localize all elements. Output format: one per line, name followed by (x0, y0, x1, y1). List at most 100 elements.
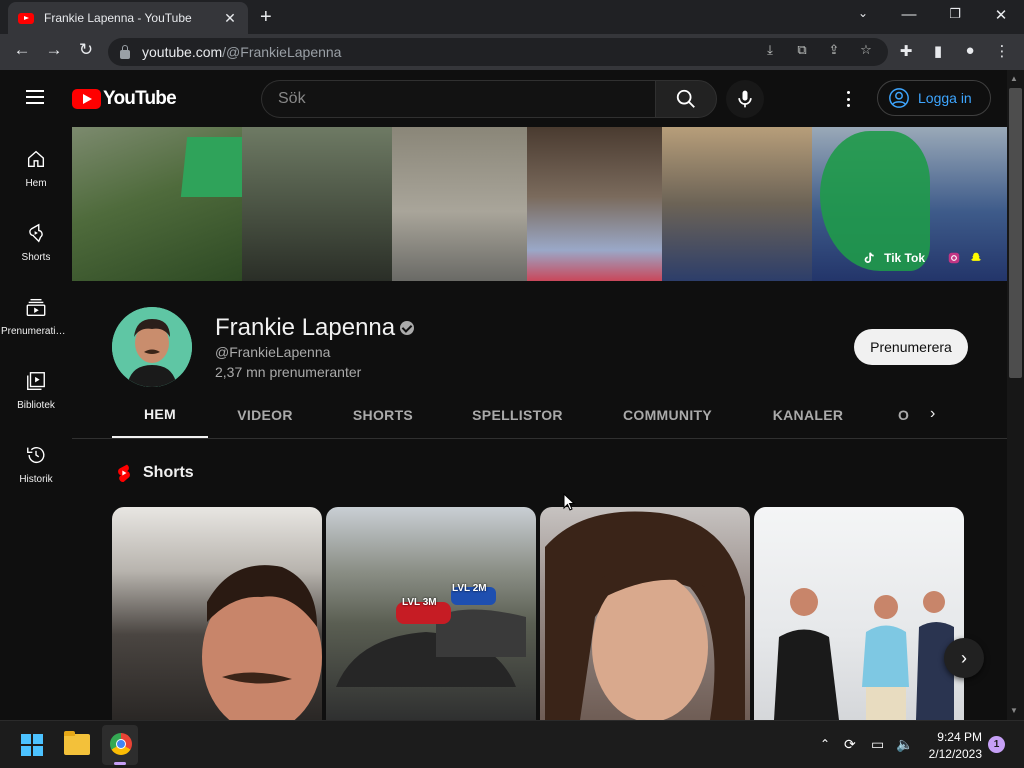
mouse-cursor-icon (563, 493, 575, 511)
share-icon[interactable]: ⇪ (824, 42, 844, 58)
verified-badge-icon (400, 321, 414, 335)
search-button[interactable] (655, 80, 717, 118)
history-icon (27, 447, 45, 464)
short-thumbnail-4[interactable] (754, 507, 964, 720)
browser-toolbar: ← → ↻ youtube.com/@FrankieLapenna ⤓ ⧉ ⇪ … (0, 34, 1024, 70)
lock-icon[interactable] (120, 44, 130, 59)
browser-tab[interactable]: Frankie Lapenna - YouTube ✕ (8, 2, 248, 34)
shelf-next-button[interactable]: › (944, 638, 984, 678)
window-close-icon[interactable]: ✕ (991, 6, 1011, 24)
guide-item-subscriptions[interactable]: Prenumerationer (0, 282, 72, 356)
search-box[interactable] (261, 80, 655, 118)
guide-item-shorts[interactable]: Shorts (0, 208, 72, 282)
overlay-label-lvl2m: LVL 2M (452, 583, 487, 594)
short-4-people (774, 588, 954, 720)
restore-icon[interactable]: ❐ (945, 6, 965, 22)
scroll-up-icon[interactable]: ▲ (1010, 74, 1018, 83)
overlay-label-lvl3m: LVL 3M (402, 597, 437, 608)
url-host: youtube.com (142, 44, 223, 60)
side-panel-icon[interactable]: ▮ (928, 42, 948, 60)
forward-icon[interactable]: → (42, 40, 66, 60)
chrome-taskbar-button[interactable] (102, 725, 138, 765)
tab-about[interactable]: O (898, 392, 910, 438)
clock-date[interactable]: 2/12/2023 (920, 747, 982, 761)
voice-search-button[interactable] (726, 80, 764, 118)
microphone-icon (738, 90, 752, 108)
youtube-play-icon (72, 89, 101, 109)
short-thumbnail-1[interactable] (112, 507, 322, 720)
volume-icon[interactable]: 🔈 (896, 736, 913, 753)
subscriptions-icon (26, 298, 46, 316)
close-tab-icon[interactable]: ✕ (222, 10, 238, 27)
tab-shorts[interactable]: SHORTS (343, 392, 423, 438)
install-app-icon[interactable]: ⤓ (760, 42, 780, 58)
chrome-icon (110, 733, 132, 755)
guide-item-history[interactable]: Historik (0, 430, 72, 504)
search-icon (676, 89, 695, 108)
short-thumbnail-3[interactable] (540, 507, 750, 720)
guide-item-library[interactable]: Bibliotek (0, 356, 72, 430)
scroll-down-icon[interactable]: ▼ (1010, 706, 1018, 715)
guide-item-home[interactable]: Hem (0, 134, 72, 208)
tab-channels[interactable]: KANALER (766, 392, 850, 438)
translate-icon[interactable]: ⧉ (792, 42, 812, 58)
windows-start-icon[interactable] (21, 734, 43, 756)
minimize-icon[interactable]: — (899, 6, 919, 23)
account-icon (889, 88, 909, 108)
notification-badge[interactable]: 1 (988, 736, 1005, 753)
tab-search-icon[interactable]: ⌄ (853, 6, 873, 20)
subscribe-button[interactable]: Prenumerera (854, 329, 968, 365)
banner-social-links[interactable]: Tik Tok (862, 251, 983, 265)
subscriber-count: 2,37 mn prenumeranter (215, 364, 362, 380)
instagram-icon (948, 252, 960, 264)
reload-icon[interactable]: ↻ (74, 40, 98, 60)
chevron-right-icon: › (961, 647, 967, 668)
banner-photo-fight (527, 127, 662, 281)
new-tab-icon[interactable]: + (260, 6, 272, 29)
tab-community[interactable]: COMMUNITY (615, 392, 720, 438)
youtube-masthead: YouTube Logga in (0, 70, 1007, 126)
banner-photo-stretcher (662, 127, 812, 281)
chevron-right-icon[interactable]: › (930, 405, 935, 423)
menu-icon[interactable] (26, 90, 44, 104)
back-icon[interactable]: ← (10, 40, 34, 60)
short-2-cars (336, 587, 526, 687)
banner-photo-suits (242, 127, 392, 281)
search-input[interactable] (278, 90, 638, 108)
snapchat-icon (970, 252, 982, 261)
youtube-favicon-icon (18, 12, 34, 24)
channel-name: Frankie Lapenna (215, 314, 396, 341)
extensions-icon[interactable]: ✚ (896, 42, 916, 60)
tab-playlists[interactable]: SPELLISTOR (466, 392, 569, 438)
clock-time[interactable]: 9:24 PM (928, 730, 982, 744)
windows-taskbar: ⌃ ⟳ ▭ 🔈 9:24 PM 2/12/2023 1 (0, 720, 1024, 768)
avatar-portrait (112, 307, 192, 387)
tabs-divider (72, 438, 1007, 439)
tray-overflow-chevron-icon[interactable]: ⌃ (820, 737, 830, 751)
channel-tabs: HEM VIDEOR SHORTS SPELLISTOR COMMUNITY K… (112, 392, 1007, 438)
shorts-logo-icon (118, 464, 130, 483)
bookmark-star-icon[interactable]: ☆ (856, 42, 876, 58)
login-button[interactable]: Logga in (877, 80, 991, 116)
tab-title: Frankie Lapenna - YouTube (44, 11, 192, 25)
active-app-indicator (114, 762, 126, 765)
scrollbar-thumb[interactable] (1009, 88, 1022, 378)
network-icon[interactable]: ▭ (871, 736, 884, 753)
chrome-menu-icon[interactable]: ⋮ (992, 42, 1012, 60)
tab-home[interactable]: HEM (112, 392, 208, 438)
tab-videos[interactable]: VIDEOR (225, 392, 305, 438)
short-thumbnail-2[interactable]: LVL 3M LVL 2M (326, 507, 536, 720)
mini-guide: Hem Shorts Prenumerationer Bibliotek His… (0, 126, 72, 720)
short-3-face (545, 511, 745, 720)
profile-icon[interactable]: ● (960, 42, 980, 59)
shorts-icon (29, 223, 43, 243)
settings-kebab-icon[interactable] (838, 88, 858, 110)
library-icon (27, 372, 45, 390)
sync-icon[interactable]: ⟳ (844, 736, 856, 753)
youtube-logo[interactable]: YouTube (72, 88, 177, 110)
banner-photo-street (392, 127, 527, 281)
home-icon (27, 150, 45, 168)
browser-tab-strip: Frankie Lapenna - YouTube ✕ + ⌄ — ❐ ✕ (0, 0, 1024, 34)
file-explorer-icon[interactable] (64, 731, 90, 755)
channel-avatar[interactable] (112, 307, 192, 387)
